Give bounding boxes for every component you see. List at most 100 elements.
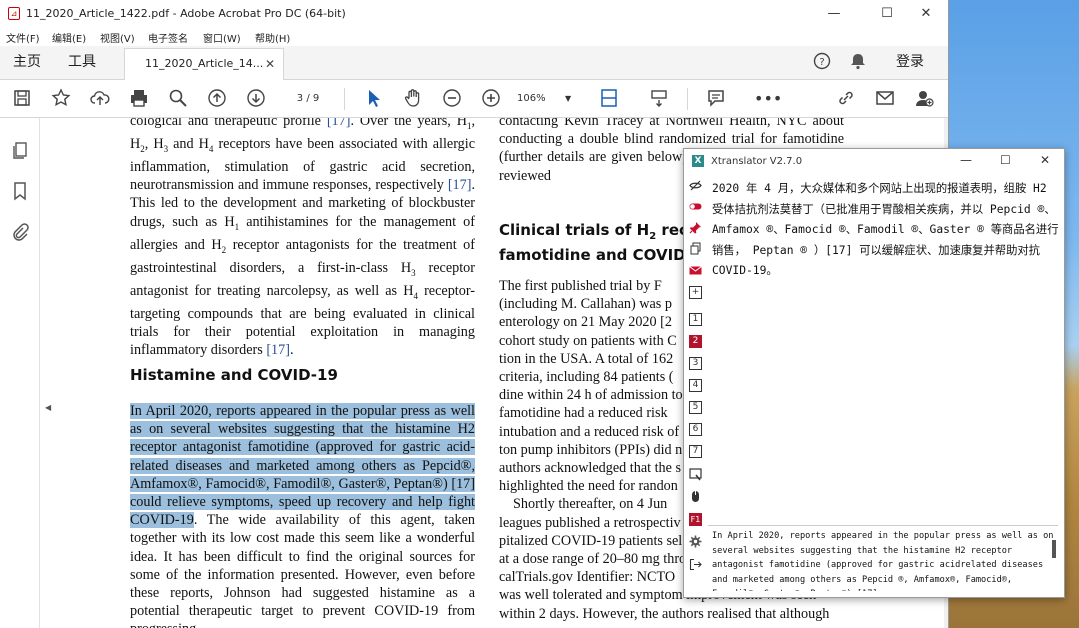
page-total: / 9 — [306, 93, 320, 104]
menu-edit[interactable]: 编辑(E) — [52, 30, 86, 45]
paragraph-text: cological and therapeutic profile [17]. … — [130, 118, 475, 359]
slot-1-button[interactable]: 1 — [689, 313, 702, 326]
notification-bell-icon[interactable] — [850, 52, 866, 74]
toolbar-separator — [687, 88, 688, 110]
mouse-icon[interactable] — [689, 490, 702, 503]
section-heading-trials: Clinical trials of H2 recep famotidine a… — [499, 221, 709, 265]
xtranslator-window: X Xtranslator V2.7.0 — ☐ ✕ + 1 2 3 4 5 6… — [683, 148, 1065, 598]
pin-icon[interactable] — [689, 221, 702, 234]
page-number-field[interactable]: 3 / 9 — [285, 90, 331, 108]
text-run: . — [289, 342, 294, 359]
xt-minimize-button[interactable]: — — [960, 153, 972, 167]
tab-home[interactable]: 主页 — [13, 46, 41, 80]
email-icon[interactable] — [874, 88, 896, 110]
page-display-icon[interactable] — [598, 88, 620, 110]
tab-document-label: 11_2020_Article_14... — [145, 57, 264, 70]
menu-esign[interactable]: 电子签名 — [148, 30, 188, 45]
xt-maximize-button[interactable]: ☐ — [1000, 153, 1011, 167]
zoom-in-icon[interactable] — [480, 88, 502, 110]
prev-page-icon[interactable] — [206, 88, 228, 110]
exit-icon[interactable] — [689, 558, 702, 571]
text-line: within 2 days. However, the authors real… — [499, 605, 830, 622]
hand-tool-icon[interactable] — [402, 88, 424, 110]
title-bar: ⊿ 11_2020_Article_1422.pdf - Adobe Acrob… — [0, 0, 948, 28]
close-button[interactable]: ✕ — [903, 0, 948, 28]
settings-gear-icon[interactable] — [689, 535, 702, 548]
menu-file[interactable]: 文件(F) — [6, 30, 40, 45]
zoom-out-icon[interactable] — [441, 88, 463, 110]
pdf-app-icon: ⊿ — [8, 7, 20, 20]
pages-panel-icon[interactable] — [10, 140, 30, 160]
slot-6-button[interactable]: 6 — [689, 423, 702, 436]
translation-output[interactable]: 2020 年 4 月，大众媒体和多个网站上出现的报道表明，组胺 H2 受体拮抗剂… — [712, 179, 1060, 282]
comment-icon[interactable] — [705, 88, 727, 110]
xtranslator-logo-icon: X — [692, 155, 704, 167]
window-title: 11_2020_Article_1422.pdf - Adobe Acrobat… — [26, 7, 346, 20]
slot-2-button[interactable]: 2 — [689, 335, 702, 348]
upload-cloud-icon[interactable] — [89, 88, 111, 110]
login-link[interactable]: 登录 — [896, 51, 924, 71]
reference-link[interactable]: [17] — [327, 118, 351, 129]
add-user-icon[interactable] — [913, 88, 935, 110]
save-icon[interactable] — [11, 88, 33, 110]
tab-bar: 主页 工具 11_2020_Article_14... ✕ ? 登录 — [0, 46, 948, 80]
add-icon[interactable]: + — [689, 286, 702, 299]
f1-hotkey-button[interactable]: F1 — [689, 513, 702, 526]
mail-icon[interactable] — [689, 264, 702, 277]
next-page-icon[interactable] — [245, 88, 267, 110]
select-cursor-icon[interactable] — [363, 88, 385, 110]
more-tools-icon[interactable]: ••• — [754, 88, 782, 110]
copy-icon[interactable] — [689, 242, 702, 255]
source-scrollbar[interactable] — [1052, 540, 1056, 558]
close-tab-icon[interactable]: ✕ — [265, 49, 275, 79]
xtranslator-sidebar: + 1 2 3 4 5 6 7 F1 — [684, 173, 706, 597]
share-link-icon[interactable] — [835, 88, 857, 110]
highlighted-selection[interactable]: In April 2020, reports appeared in the p… — [130, 403, 475, 529]
menu-bar: 文件(F) 编辑(E) 视图(V) 电子签名 窗口(W) 帮助(H) — [0, 28, 948, 46]
left-column-top-paragraph: cological and therapeutic profile [17]. … — [130, 118, 475, 359]
scroll-mode-icon[interactable] — [648, 88, 670, 110]
text-run: cological and therapeutic profile — [130, 118, 327, 129]
attachments-panel-icon[interactable] — [10, 222, 30, 242]
zoom-level-dropdown[interactable]: 106% ▼ — [517, 90, 577, 108]
reference-link[interactable]: [17] — [448, 177, 472, 193]
text-run: , H — [144, 136, 164, 153]
menu-view[interactable]: 视图(V) — [100, 30, 135, 45]
left-navigation-rail — [0, 118, 40, 628]
chevron-down-icon: ▼ — [565, 94, 572, 103]
page-current[interactable]: 3 — [297, 93, 303, 104]
menu-help[interactable]: 帮助(H) — [255, 30, 290, 45]
toolbar-separator — [344, 88, 345, 110]
xtranslator-title-bar: X Xtranslator V2.7.0 — ☐ ✕ — [684, 149, 1064, 173]
text-run: and H — [168, 136, 209, 153]
xt-close-button[interactable]: ✕ — [1040, 153, 1050, 167]
section-heading: Histamine and COVID-19 — [130, 366, 338, 384]
xtranslator-title: Xtranslator V2.7.0 — [711, 156, 803, 167]
window-capture-icon[interactable] — [689, 468, 702, 481]
toggle-icon[interactable] — [689, 200, 702, 213]
collapse-panel-arrow-icon[interactable]: ◀ — [45, 403, 51, 412]
slot-4-button[interactable]: 4 — [689, 379, 702, 392]
bookmark-star-icon[interactable] — [50, 88, 72, 110]
source-text: In April 2020, reports appeared in the p… — [712, 531, 1054, 591]
heading-part: Clinical trials of H — [499, 221, 650, 239]
print-icon[interactable] — [128, 88, 150, 110]
slot-3-button[interactable]: 3 — [689, 357, 702, 370]
menu-window[interactable]: 窗口(W) — [203, 30, 241, 45]
left-column-bottom-paragraph: In April 2020, reports appeared in the p… — [130, 402, 475, 628]
slot-5-button[interactable]: 5 — [689, 401, 702, 414]
minimize-button[interactable]: — — [811, 0, 857, 28]
search-icon[interactable] — [167, 88, 189, 110]
source-text-box[interactable]: In April 2020, reports appeared in the p… — [708, 525, 1058, 591]
svg-text:?: ? — [819, 57, 824, 68]
tab-document[interactable]: 11_2020_Article_14... ✕ — [124, 48, 284, 80]
slot-7-button[interactable]: 7 — [689, 445, 702, 458]
eye-hidden-icon[interactable] — [689, 179, 702, 192]
tab-tools[interactable]: 工具 — [68, 46, 96, 80]
zoom-value: 106% — [517, 93, 546, 104]
bookmarks-panel-icon[interactable] — [10, 181, 30, 201]
reference-link[interactable]: [17] — [266, 342, 290, 358]
heading-part: famotidine and COVID-1 — [499, 246, 703, 264]
help-icon[interactable]: ? — [813, 52, 831, 74]
text-run: . Over the years, H — [350, 118, 467, 129]
